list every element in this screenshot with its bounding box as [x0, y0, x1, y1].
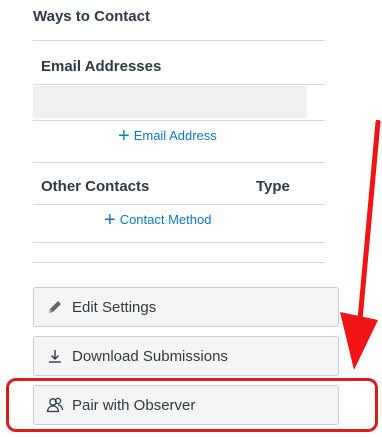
- edit-settings-button[interactable]: Edit Settings: [33, 287, 339, 327]
- download-submissions-button[interactable]: Download Submissions: [33, 336, 339, 376]
- highlight-box: [6, 378, 378, 432]
- add-contact-method-link[interactable]: + Contact Method: [104, 208, 212, 231]
- download-submissions-label: Download Submissions: [72, 347, 228, 365]
- add-email-address-label: Email Address: [133, 128, 217, 143]
- edit-settings-label: Edit Settings: [72, 298, 157, 316]
- other-contacts-header: Other Contacts: [41, 178, 150, 195]
- red-arrow-annotation: [340, 120, 381, 370]
- divider: [33, 242, 325, 243]
- divider: [33, 204, 325, 205]
- divider: [33, 84, 325, 85]
- divider: [33, 162, 325, 163]
- plus-icon: +: [104, 208, 116, 231]
- ways-to-contact-title: Ways to Contact: [33, 8, 150, 25]
- divider: [33, 262, 325, 263]
- add-email-address-link[interactable]: + Email Address: [118, 124, 217, 147]
- divider: [33, 120, 325, 121]
- divider: [33, 40, 325, 41]
- download-icon: [46, 347, 64, 365]
- email-addresses-header: Email Addresses: [41, 58, 162, 75]
- email-row-empty: [33, 86, 307, 118]
- pencil-icon: [46, 298, 64, 316]
- add-contact-method-label: Contact Method: [119, 212, 212, 227]
- plus-icon: +: [118, 124, 130, 147]
- type-column-header: Type: [256, 178, 290, 195]
